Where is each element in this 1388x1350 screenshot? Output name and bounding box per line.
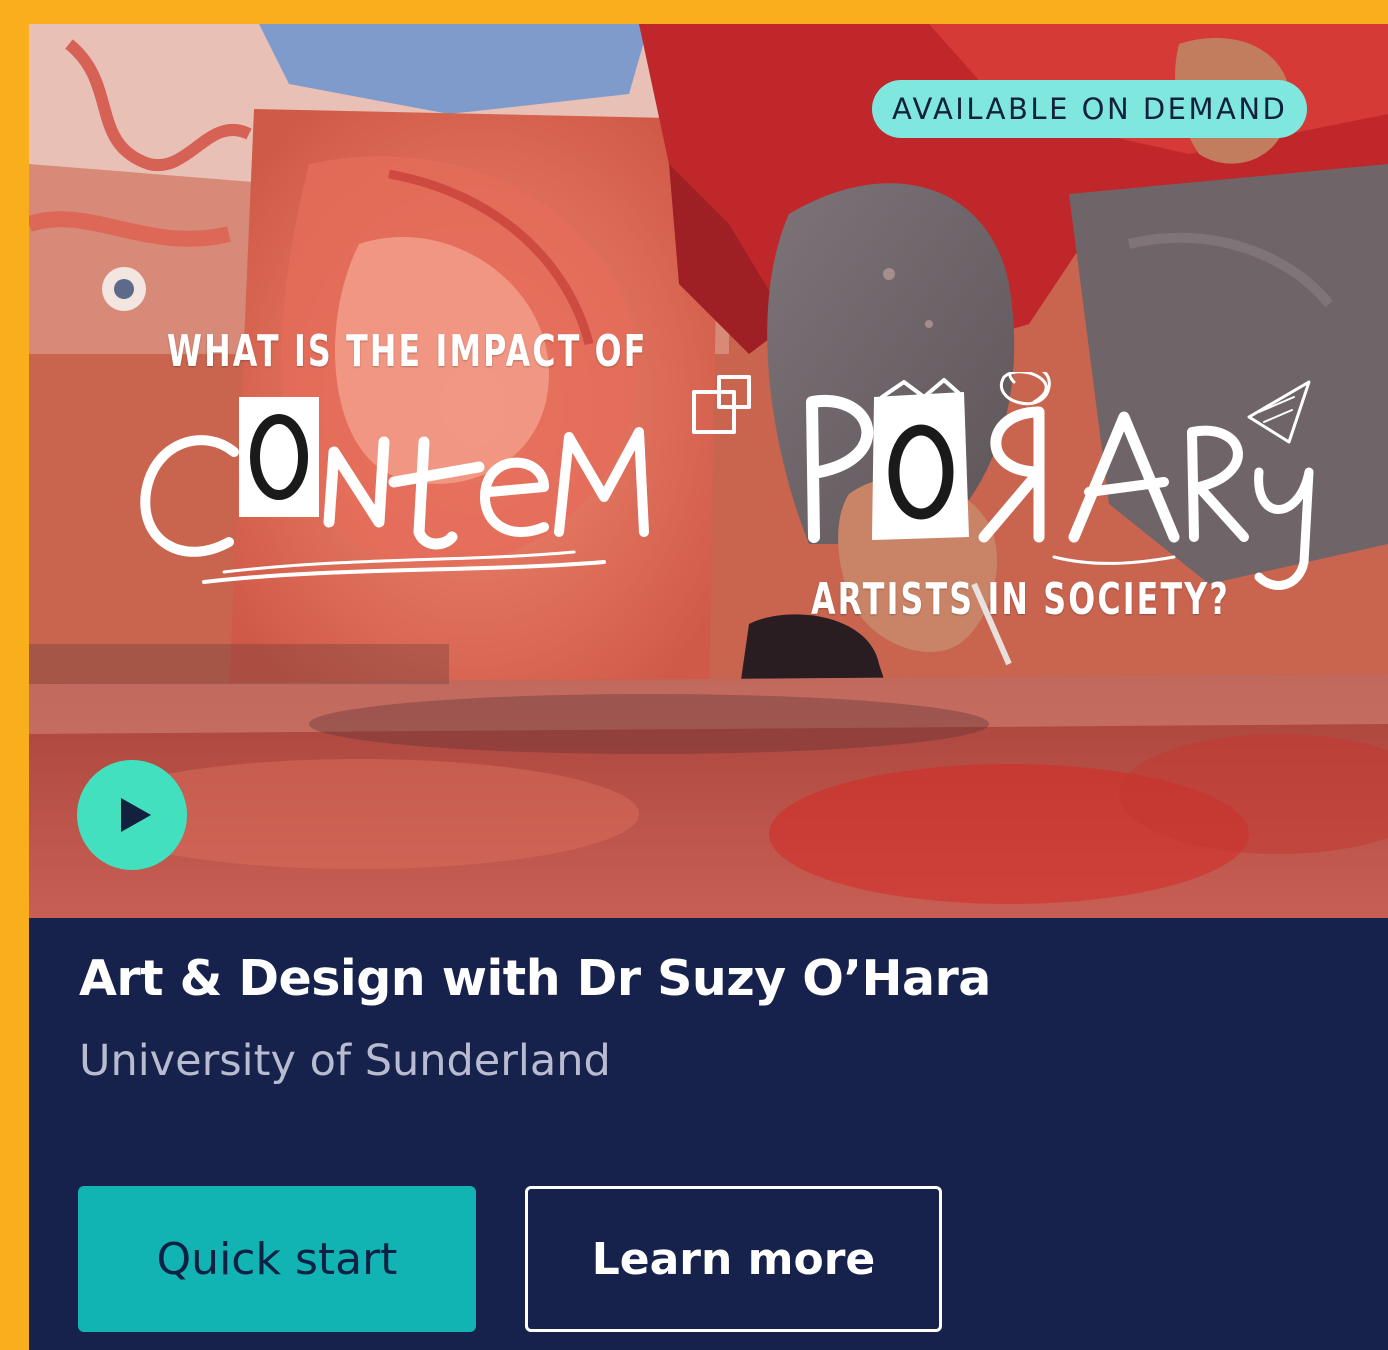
play-icon bbox=[121, 798, 151, 832]
contemporary-lettering-graphic bbox=[140, 364, 1314, 590]
headline-main-lettering: CONTEMPORARY bbox=[134, 364, 1314, 592]
learn-more-button[interactable]: Learn more bbox=[525, 1186, 942, 1332]
headline-bottom-line: ARTISTS IN SOCIETY? bbox=[811, 574, 1230, 625]
course-provider: University of Sunderland bbox=[79, 1036, 611, 1086]
available-on-demand-badge: AVAILABLE ON DEMAND bbox=[872, 80, 1308, 138]
hero-image[interactable]: AVAILABLE ON DEMAND WHAT IS THE IMPACT O… bbox=[29, 24, 1388, 918]
quick-start-button[interactable]: Quick start bbox=[78, 1186, 476, 1332]
play-button[interactable] bbox=[77, 760, 187, 870]
course-title[interactable]: Art & Design with Dr Suzy O’Hara bbox=[79, 950, 991, 1007]
course-card: AVAILABLE ON DEMAND WHAT IS THE IMPACT O… bbox=[29, 24, 1388, 1350]
headline-top-line: WHAT IS THE IMPACT OF bbox=[167, 326, 648, 377]
